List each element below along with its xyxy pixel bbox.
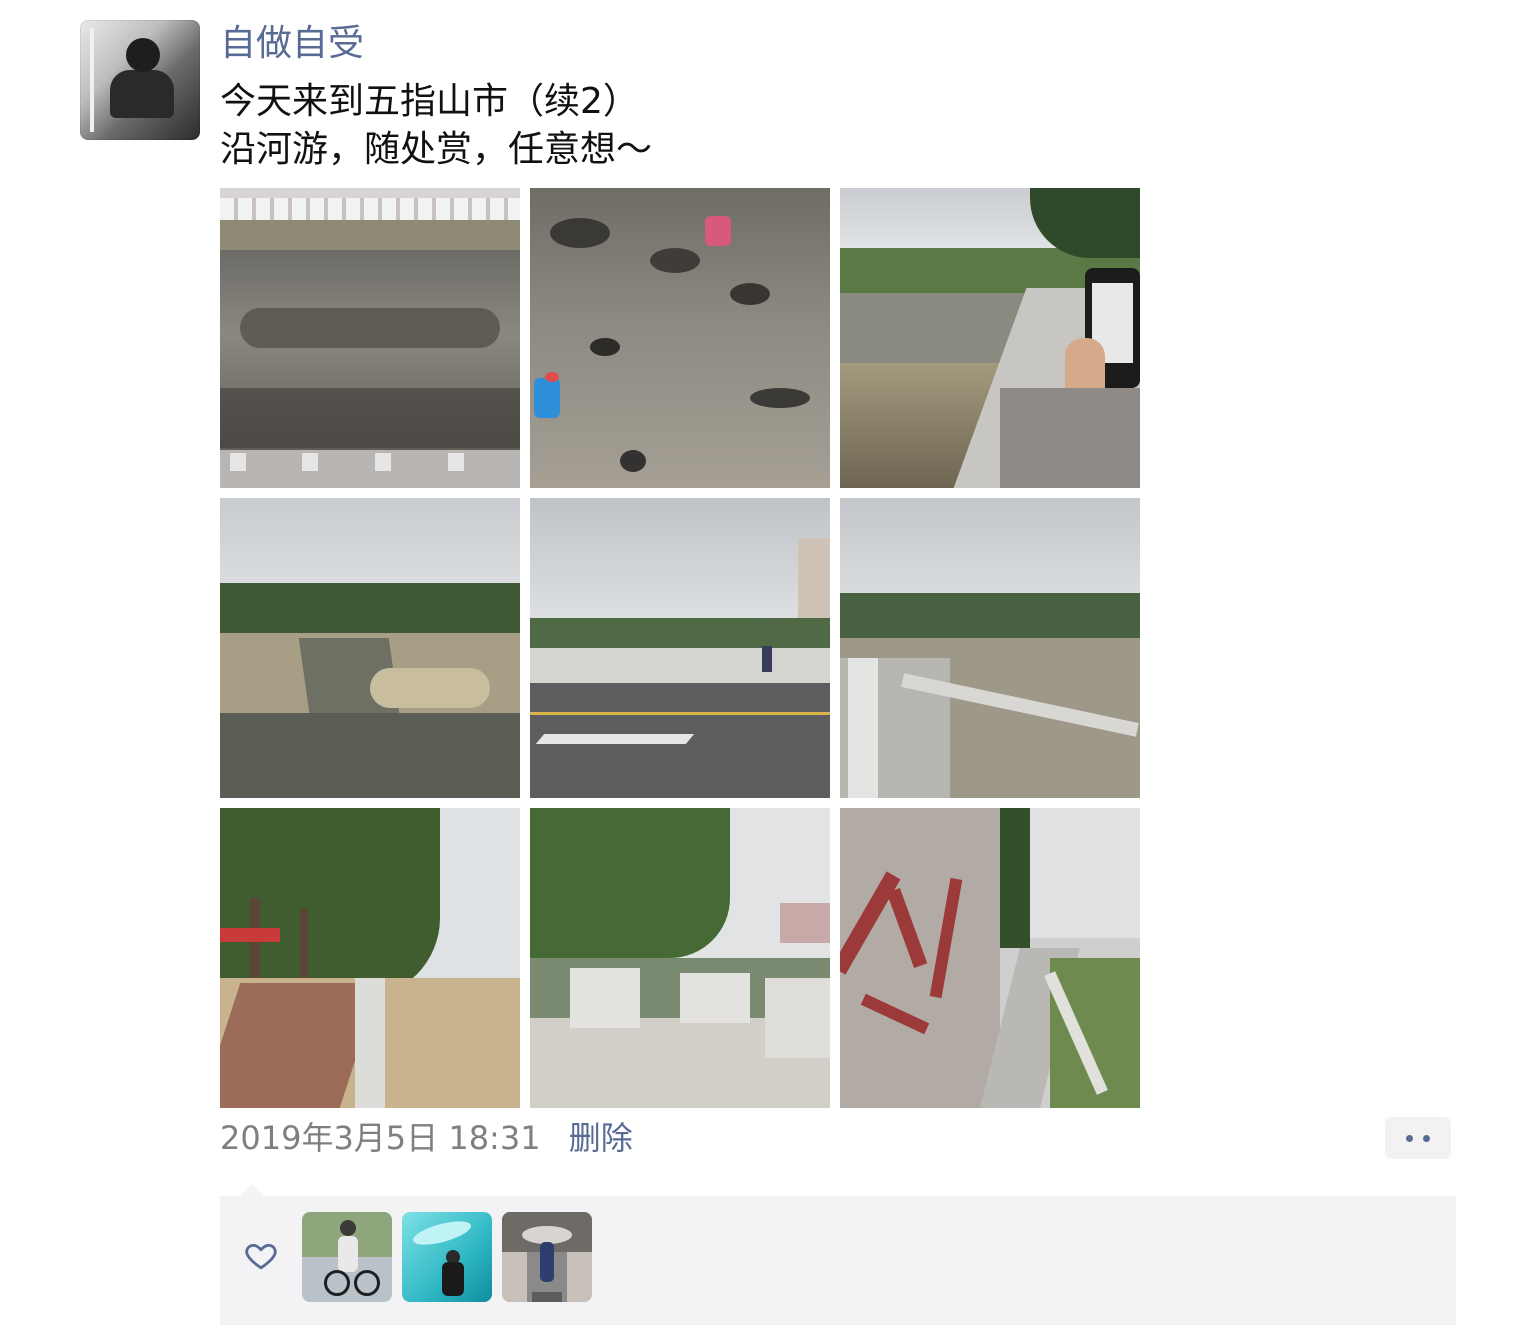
liker-avatar-1[interactable] — [302, 1212, 392, 1302]
avatar-figure-body — [110, 70, 174, 118]
avatar-ruler-shape — [90, 28, 94, 132]
more-dots-icon[interactable] — [1385, 1117, 1451, 1159]
delete-button[interactable]: 删除 — [569, 1119, 633, 1157]
photo-7[interactable] — [220, 808, 520, 1108]
photo-8[interactable] — [530, 808, 830, 1108]
post-text: 今天来到五指山市（续2） 沿河游，随处赏，任意想～ — [220, 81, 653, 170]
photo-grid — [220, 188, 1140, 1108]
photo-9[interactable] — [840, 808, 1140, 1108]
moments-post: 自做自受 今天来到五指山市（续2） 沿河游，随处赏，任意想～ 2019年3月5日… — [0, 0, 1536, 1325]
like-panel-caret — [240, 1184, 264, 1196]
heart-outline-icon — [245, 1243, 277, 1270]
author-avatar[interactable] — [80, 20, 200, 140]
author-name[interactable]: 自做自受 — [220, 18, 364, 70]
likes-panel — [220, 1196, 1456, 1325]
post-meta: 2019年3月5日 18:31 删除 — [220, 1115, 633, 1161]
liker-avatar-2[interactable] — [402, 1212, 492, 1302]
post-timestamp: 2019年3月5日 18:31 — [220, 1119, 541, 1157]
photo-1[interactable] — [220, 188, 520, 488]
more-dot — [1423, 1135, 1430, 1142]
liker-avatar-3[interactable] — [502, 1212, 592, 1302]
photo-2[interactable] — [530, 188, 830, 488]
photo-6[interactable] — [840, 498, 1140, 798]
avatar-figure-head — [126, 38, 160, 72]
photo-4[interactable] — [220, 498, 520, 798]
more-dot — [1406, 1135, 1413, 1142]
photo-5[interactable] — [530, 498, 830, 798]
photo-3[interactable] — [840, 188, 1140, 488]
